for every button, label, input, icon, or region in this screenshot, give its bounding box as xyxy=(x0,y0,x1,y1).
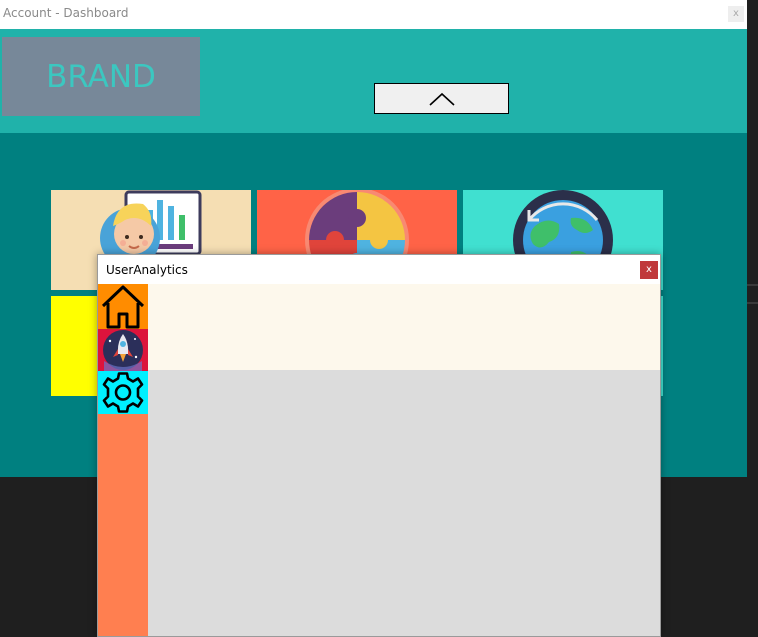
collapse-button[interactable] xyxy=(374,83,509,114)
home-icon xyxy=(101,285,145,329)
chevron-up-icon xyxy=(428,92,455,106)
dialog-header-panel xyxy=(148,284,660,370)
window-title: Account - Dashboard xyxy=(3,6,129,20)
nav-settings-button[interactable] xyxy=(98,371,148,414)
rocket-icon xyxy=(103,330,143,371)
dialog-titlebar: UserAnalytics x xyxy=(98,255,660,284)
dialog-title: UserAnalytics xyxy=(106,263,188,277)
nav-rocket-button[interactable] xyxy=(98,329,148,371)
brand-logo: BRAND xyxy=(2,37,200,116)
dialog-close-button[interactable]: x xyxy=(640,261,658,279)
user-analytics-dialog: UserAnalytics x xyxy=(97,254,661,637)
main-close-button[interactable]: x xyxy=(728,6,744,22)
nav-home-button[interactable] xyxy=(98,284,148,329)
dialog-content-area xyxy=(148,370,660,636)
dialog-sidebar xyxy=(98,284,148,636)
header-band: BRAND xyxy=(0,29,747,133)
gear-icon xyxy=(102,372,144,413)
main-titlebar: Account - Dashboard x xyxy=(0,0,747,29)
